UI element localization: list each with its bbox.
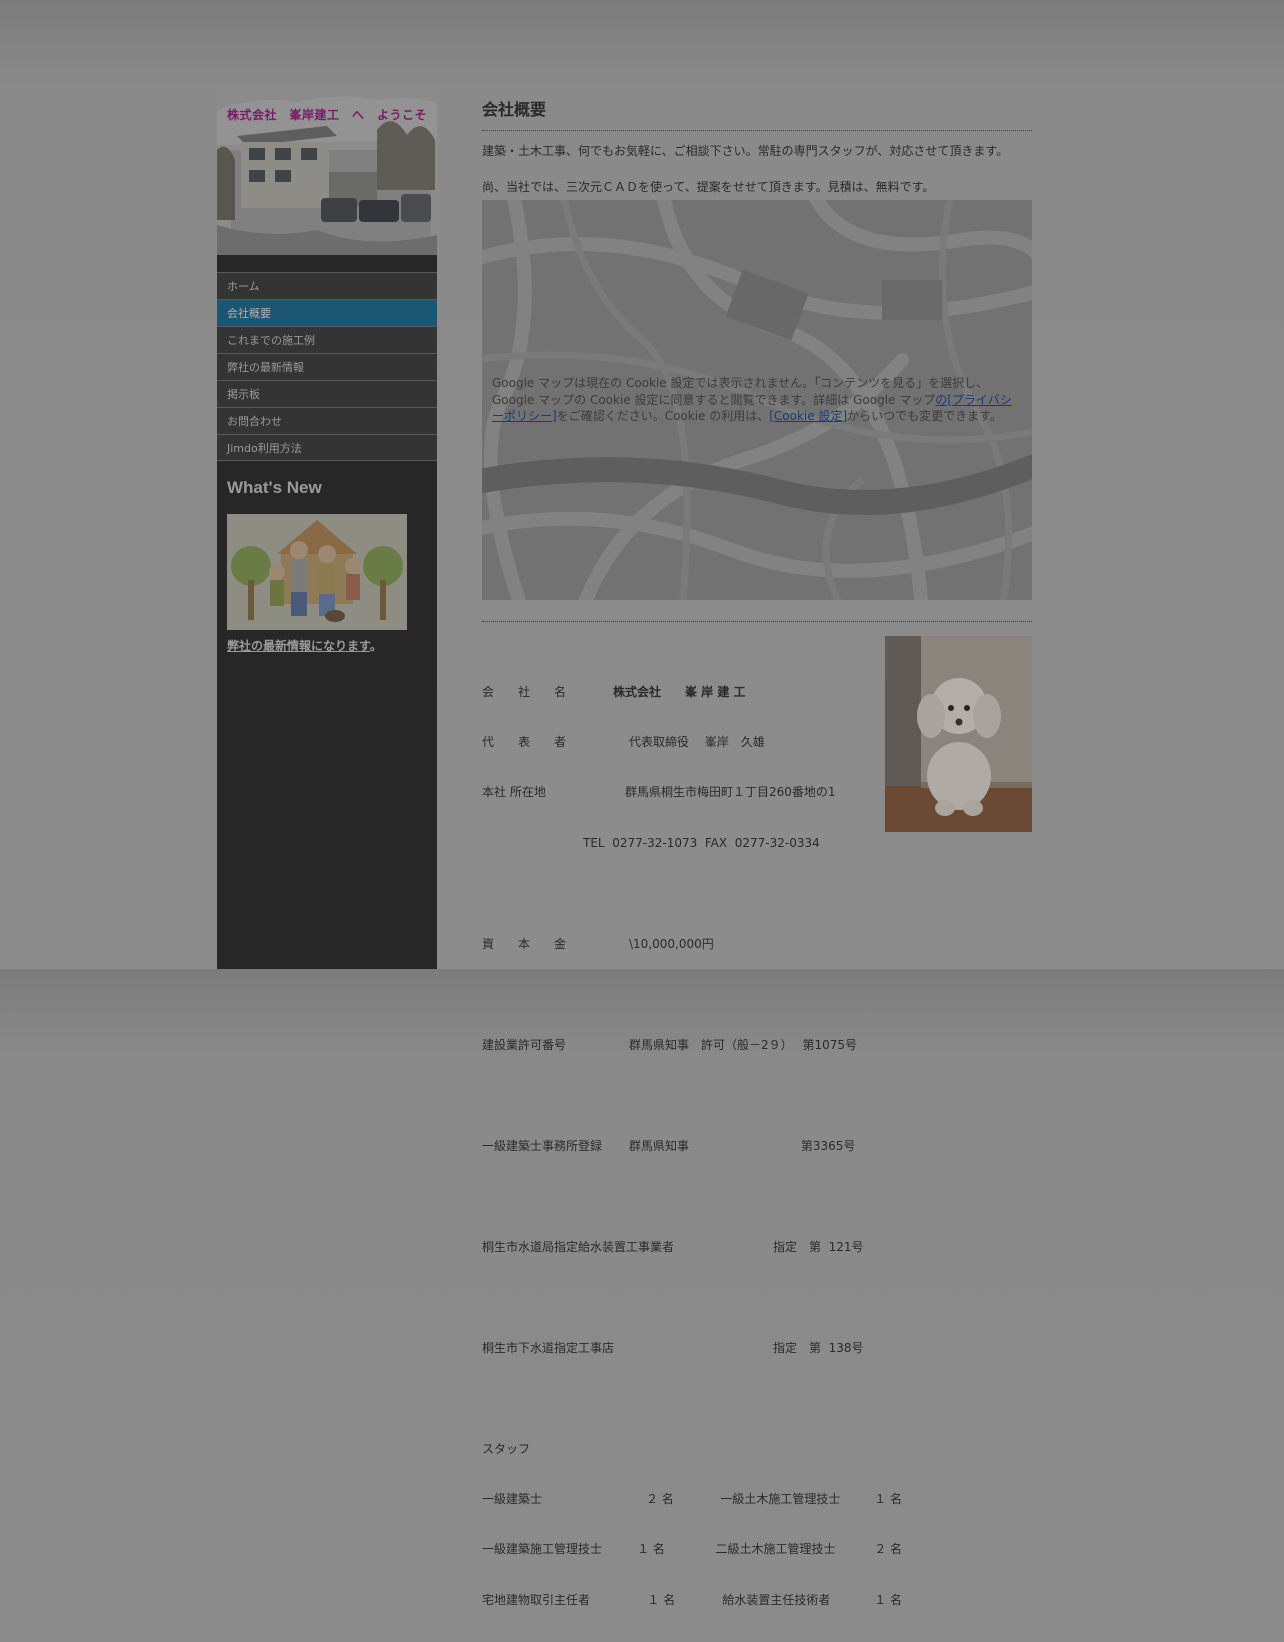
- info-value: 群馬県桐生市梅田町１丁目260番地の1: [625, 785, 836, 800]
- intro-text-2: 尚、当社では、三次元ＣＡＤを使って、提案をせせて頂きます。見積は、無料です。: [482, 180, 935, 194]
- info-label: 代 表 者: [482, 734, 567, 749]
- info-row: 建設業許可番号 群馬県知事 許可（般－2９） 第1075号: [482, 1037, 902, 1054]
- info-row: 資 本 金 \10,000,000円: [482, 936, 902, 953]
- info-row: 会 社 名 株式会社 峯 岸 建 工: [482, 684, 902, 701]
- info-label: 本社 所在地: [482, 785, 546, 800]
- info-label: 資 本 金: [482, 936, 567, 951]
- nav-item-home[interactable]: ホーム: [217, 272, 437, 299]
- info-label: [482, 835, 583, 852]
- site-title: 株式会社 峯岸建工 へ ようこそ: [226, 108, 427, 122]
- map-cookie-notice: Google マップは現在の Cookie 設定では表示されません。「コンテンツ…: [492, 375, 1022, 425]
- info-label: 建設業許可番号: [482, 1037, 567, 1052]
- nav-item-works[interactable]: これまでの施工例: [217, 326, 437, 353]
- map-notice-text-1: Google マップは現在の Cookie 設定では表示されません。「コンテンツ…: [492, 376, 989, 407]
- map-notice-text-2: をご確認ください。Cookie の利用は、: [556, 409, 770, 423]
- info-value: 指定 第 121号: [773, 1239, 864, 1254]
- map-notice-text-3: からいつでも変更できます。: [847, 409, 1002, 423]
- staff-role: 宅地建物取引主任者: [482, 1592, 591, 1607]
- info-value: TEL 0277-32-1073 FAX 0277-32-0334: [583, 835, 820, 850]
- info-label: 会 社 名: [482, 684, 567, 699]
- staff-role: 一級土木施工管理技士: [720, 1492, 841, 1507]
- staff-count: １ 名: [874, 1492, 902, 1507]
- info-value: 群馬県知事 許可（般－2９） 第1075号: [629, 1037, 857, 1052]
- sidebar: 株式会社 峯岸建工 へ ようこそ ホーム 会社概要 これまでの施工例 弊社の最新…: [217, 90, 437, 969]
- staff-count: １ 名: [637, 1542, 665, 1557]
- main-content: 会社概要 建築・土木工事、何でもお気軽に、ご相談下さい。常駐の専門スタッフが、対…: [482, 90, 1032, 1607]
- header-image[interactable]: 株式会社 峯岸建工 へ ようこそ: [217, 90, 437, 255]
- poodle-photo-icon: [885, 636, 1032, 832]
- info-value: 代表取締役 峯岸 久雄: [629, 734, 765, 749]
- staff-row: 宅地建物取引主任者 １ 名 給水装置主任技術者 １ 名: [482, 1592, 902, 1609]
- staff-count: １ 名: [647, 1592, 676, 1607]
- intro-text-1: 建築・土木工事、何でもお気軽に、ご相談下さい。常駐の専門スタッフが、対応させて頂…: [482, 144, 1009, 158]
- staff-count: ２ 名: [645, 1492, 674, 1507]
- info-row: 本社 所在地 群馬県桐生市梅田町１丁目260番地の1: [482, 784, 902, 801]
- whats-new-heading: What's New: [227, 478, 322, 497]
- staff-count: ２ 名: [874, 1542, 903, 1557]
- whats-new-caption: 弊社の最新情報になります。: [227, 635, 382, 654]
- staff-heading: スタッフ: [482, 1441, 531, 1456]
- family-illustration-icon: [227, 514, 407, 630]
- title-divider: [482, 130, 1032, 131]
- staff-role: 二級土木施工管理技士: [715, 1542, 836, 1557]
- info-value: \10,000,000円: [629, 936, 714, 951]
- info-value: 群馬県知事 第3365号: [629, 1138, 856, 1153]
- info-value: 株式会社 峯 岸 建 工: [613, 684, 746, 699]
- nav-item-news[interactable]: 弊社の最新情報: [217, 353, 437, 380]
- page-title: 会社概要: [482, 100, 547, 119]
- info-row: 桐生市水道局指定給水装置工事業者 指定 第 121号: [482, 1239, 902, 1256]
- staff-role: 一級建築士: [482, 1492, 543, 1507]
- nav-item-company-overview[interactable]: 会社概要: [217, 299, 437, 326]
- info-label: 一級建築士事務所登録: [482, 1138, 603, 1153]
- info-row: 代 表 者 代表取締役 峯岸 久雄: [482, 734, 902, 751]
- whats-new-suffix: 。: [369, 639, 382, 653]
- info-label: 桐生市下水道指定工事店: [482, 1340, 615, 1355]
- nav-item-jimdo[interactable]: Jimdo利用方法: [217, 434, 437, 461]
- info-row: 桐生市下水道指定工事店 指定 第 138号: [482, 1340, 902, 1357]
- nav-item-board[interactable]: 掲示板: [217, 380, 437, 407]
- info-row: 一級建築士事務所登録 群馬県知事 第3365号: [482, 1138, 902, 1155]
- main-nav: ホーム 会社概要 これまでの施工例 弊社の最新情報 掲示板 お問合わせ Jimd…: [217, 272, 437, 461]
- staff-role: 一級建築施工管理技士: [482, 1542, 603, 1557]
- staff-count: １ 名: [874, 1592, 902, 1607]
- info-value: 指定 第 138号: [773, 1340, 864, 1355]
- map-divider: [482, 621, 1032, 622]
- staff-row: 一級建築士 ２ 名 一級土木施工管理技士 １ 名: [482, 1491, 902, 1508]
- staff-role: 給水装置主任技術者: [722, 1592, 831, 1607]
- dog-photo: [885, 636, 1032, 832]
- cookie-settings-link[interactable]: [Cookie 設定]: [769, 409, 847, 423]
- company-info: 会 社 名 株式会社 峯 岸 建 工 代 表 者 代表取締役 峯岸 久雄 本社 所在…: [482, 650, 902, 1642]
- whats-new-link[interactable]: 弊社の最新情報になります: [227, 639, 370, 653]
- google-map-placeholder[interactable]: Google マップは現在の Cookie 設定では表示されません。「コンテンツ…: [482, 200, 1032, 600]
- info-row: TEL 0277-32-1073 FAX 0277-32-0334: [482, 835, 902, 852]
- info-label: 桐生市水道局指定給水装置工事業者: [482, 1239, 675, 1254]
- staff-row: 一級建築施工管理技士 １ 名 二級土木施工管理技士 ２ 名: [482, 1541, 902, 1558]
- nav-item-contact[interactable]: お問合わせ: [217, 407, 437, 434]
- whats-new-image[interactable]: [227, 514, 407, 630]
